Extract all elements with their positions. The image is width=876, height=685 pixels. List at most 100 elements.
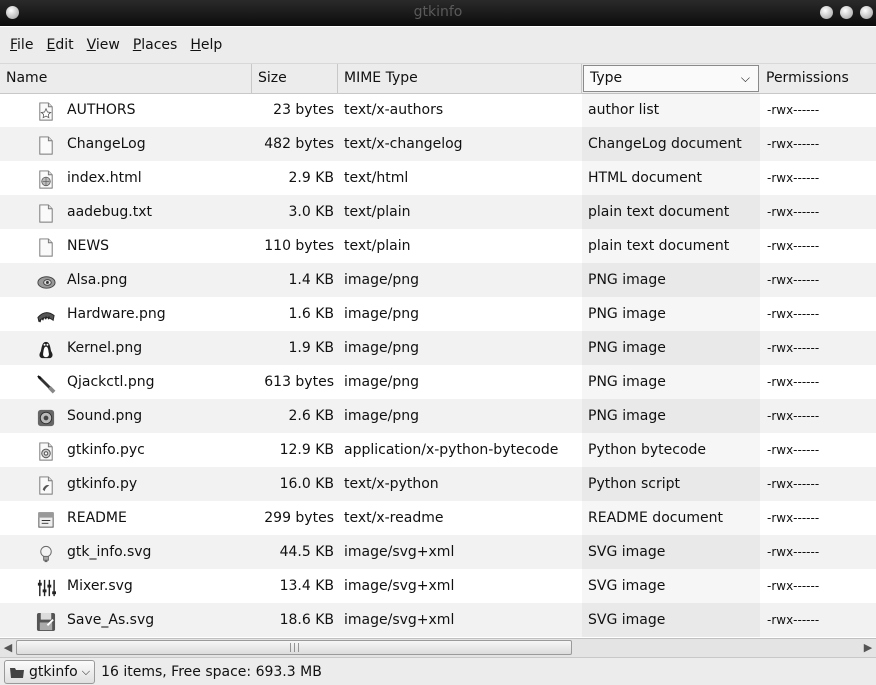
file-permissions: -rwx------ bbox=[767, 511, 820, 525]
file-name: Mixer.svg bbox=[67, 578, 133, 594]
readme-icon bbox=[38, 512, 54, 528]
file-mime-type: image/svg+xml bbox=[344, 544, 455, 560]
file-type: plain text document bbox=[588, 204, 730, 220]
file-type: PNG image bbox=[588, 306, 666, 322]
file-type: README document bbox=[588, 510, 723, 526]
menu-view[interactable]: View bbox=[84, 37, 123, 53]
file-type: plain text document bbox=[588, 238, 730, 254]
file-list: AUTHORS 23 bytes text/x-authors author list… bbox=[0, 93, 876, 637]
scroll-right-icon[interactable]: ▶ bbox=[860, 640, 876, 655]
file-mime-type: text/x-authors bbox=[344, 102, 444, 118]
file-row[interactable]: index.html 2.9 KB text/html HTML document -r… bbox=[0, 161, 876, 195]
file-row[interactable]: aadebug.txt 3.0 KB text/plain plain text do… bbox=[0, 195, 876, 229]
file-type: SVG image bbox=[588, 578, 666, 594]
column-permissions-header[interactable]: Permissions bbox=[760, 64, 876, 93]
file-row[interactable]: Hardware.png 1.6 KB image/png PNG image -rwx… bbox=[0, 297, 876, 331]
file-permissions: -rwx------ bbox=[767, 273, 820, 287]
menu-bar: File Edit View Places Help bbox=[0, 27, 876, 63]
file-mime-type: image/png bbox=[344, 272, 419, 288]
file-size: 299 bytes bbox=[264, 510, 334, 526]
menu-places[interactable]: Places bbox=[130, 37, 181, 53]
file-row[interactable]: Kernel.png 1.9 KB image/png PNG image -rwx--… bbox=[0, 331, 876, 365]
file-row[interactable]: Alsa.png 1.4 KB image/png PNG image -rwx----… bbox=[0, 263, 876, 297]
menu-file[interactable]: File bbox=[7, 37, 36, 53]
file-type: ChangeLog document bbox=[588, 136, 742, 152]
file-row[interactable]: ChangeLog 482 bytes text/x-changelog Change… bbox=[0, 127, 876, 161]
scroll-left-icon[interactable]: ◀ bbox=[0, 640, 16, 655]
column-mime-header[interactable]: MIME Type bbox=[338, 64, 582, 93]
star-document-icon bbox=[39, 102, 53, 121]
file-mime-type: text/x-readme bbox=[344, 510, 444, 526]
horizontal-scrollbar[interactable]: ◀ ||| ▶ bbox=[0, 638, 876, 657]
file-permissions: -rwx------ bbox=[767, 409, 820, 423]
file-type: author list bbox=[588, 102, 660, 118]
file-size: 613 bytes bbox=[264, 374, 334, 390]
file-size: 18.6 KB bbox=[279, 612, 334, 628]
file-row[interactable]: AUTHORS 23 bytes text/x-authors author list… bbox=[0, 93, 876, 127]
save-as-icon bbox=[36, 612, 56, 632]
web-document-icon bbox=[39, 170, 53, 189]
file-name: Save_As.svg bbox=[67, 612, 155, 628]
file-mime-type: text/plain bbox=[344, 238, 411, 254]
file-name: NEWS bbox=[67, 238, 110, 254]
file-mime-type: image/png bbox=[344, 340, 419, 356]
maximize-icon[interactable] bbox=[840, 6, 853, 19]
column-size-header[interactable]: Size bbox=[252, 64, 338, 93]
column-header: Name Size MIME Type Type ⌵ Permissions bbox=[0, 63, 876, 94]
file-size: 2.6 KB bbox=[288, 408, 335, 424]
file-mime-type: image/png bbox=[344, 306, 419, 322]
file-name: gtkinfo.py bbox=[67, 476, 138, 492]
file-mime-type: text/html bbox=[344, 170, 409, 186]
file-type: PNG image bbox=[588, 340, 666, 356]
file-type: Python script bbox=[588, 476, 680, 492]
file-mime-type: image/png bbox=[344, 408, 419, 424]
file-row[interactable]: gtkinfo.pyc 12.9 KB application/x-python-b… bbox=[0, 433, 876, 467]
close-icon[interactable] bbox=[860, 6, 873, 19]
file-mime-type: image/png bbox=[344, 374, 419, 390]
file-permissions: -rwx------ bbox=[767, 545, 820, 559]
file-permissions: -rwx------ bbox=[767, 103, 820, 117]
file-permissions: -rwx------ bbox=[767, 239, 820, 253]
file-row[interactable]: README 299 bytes text/x-readme README docum… bbox=[0, 501, 876, 535]
file-name: Alsa.png bbox=[67, 272, 128, 288]
minimize-icon[interactable] bbox=[820, 6, 833, 19]
speaker-icon bbox=[37, 276, 56, 289]
sound-icon bbox=[37, 409, 55, 427]
file-permissions: -rwx------ bbox=[767, 613, 820, 627]
file-row[interactable]: Qjackctl.png 613 bytes image/png PNG image -… bbox=[0, 365, 876, 399]
document-icon bbox=[39, 238, 53, 257]
file-size: 2.9 KB bbox=[288, 170, 335, 186]
file-size: 1.9 KB bbox=[288, 340, 335, 356]
file-row[interactable]: NEWS 110 bytes text/plain plain text docume… bbox=[0, 229, 876, 263]
menu-help[interactable]: Help bbox=[187, 37, 225, 53]
file-row[interactable]: gtk_info.svg 44.5 KB image/svg+xml SVG imag… bbox=[0, 535, 876, 569]
file-permissions: -rwx------ bbox=[767, 375, 820, 389]
file-size: 1.6 KB bbox=[288, 306, 335, 322]
file-row[interactable]: gtkinfo.py 16.0 KB text/x-python Python scr… bbox=[0, 467, 876, 501]
file-type: Python bytecode bbox=[588, 442, 707, 458]
jack-plug-icon bbox=[37, 375, 56, 394]
file-row[interactable]: Sound.png 2.6 KB image/png PNG image -rwx---… bbox=[0, 399, 876, 433]
scrollbar-thumb[interactable]: ||| bbox=[16, 640, 572, 655]
window-title: gtkinfo bbox=[413, 4, 463, 20]
file-name: Qjackctl.png bbox=[67, 374, 155, 390]
status-text: 16 items, Free space: 693.3 MB bbox=[101, 663, 322, 680]
document-icon bbox=[39, 204, 53, 223]
file-permissions: -rwx------ bbox=[767, 341, 820, 355]
file-size: 110 bytes bbox=[264, 238, 334, 254]
chip-icon bbox=[37, 312, 55, 323]
python-bytecode-icon bbox=[39, 442, 53, 461]
file-row[interactable]: Save_As.svg 18.6 KB image/svg+xml SVG image… bbox=[0, 603, 876, 637]
file-name: AUTHORS bbox=[67, 102, 136, 118]
column-name-header[interactable]: Name bbox=[0, 64, 252, 93]
location-label: gtkinfo bbox=[29, 663, 78, 680]
file-row[interactable]: Mixer.svg 13.4 KB image/svg+xml SVG image -r… bbox=[0, 569, 876, 603]
location-button[interactable]: gtkinfo ⌵ bbox=[4, 659, 96, 684]
menu-edit[interactable]: Edit bbox=[43, 37, 76, 53]
file-type: PNG image bbox=[588, 408, 666, 424]
file-permissions: -rwx------ bbox=[767, 477, 820, 491]
document-icon bbox=[39, 136, 53, 155]
column-type-header[interactable]: Type ⌵ bbox=[583, 65, 759, 92]
file-name: Kernel.png bbox=[67, 340, 143, 356]
python-script-icon bbox=[39, 476, 53, 495]
